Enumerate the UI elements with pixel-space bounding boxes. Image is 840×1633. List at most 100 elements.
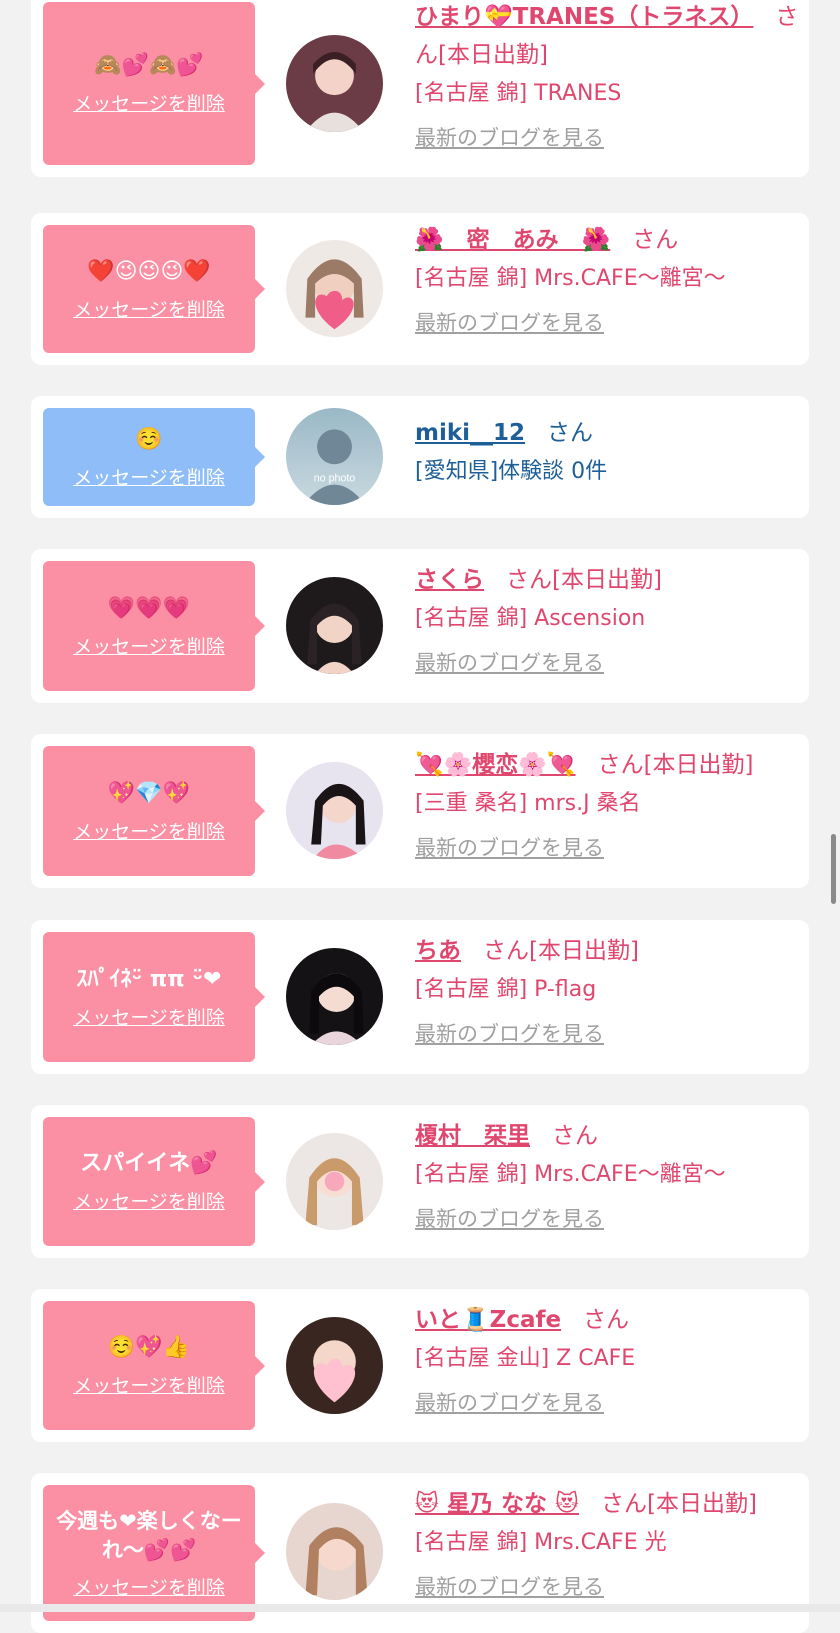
user-info: ちあ さん[本日出勤] [名古屋 錦] P-flag 最新のブログを見る [415, 932, 799, 1054]
avatar[interactable] [286, 948, 383, 1045]
message-bubble: スパイイネ💕 メッセージを削除 [43, 1117, 265, 1246]
message-bubble: 💗💗💗 メッセージを削除 [43, 561, 265, 691]
honorific: さん [547, 420, 594, 446]
no-photo-text: no photo [314, 473, 356, 485]
shop-label: [名古屋 錦] Mrs.CAFE～離宮～ [415, 266, 726, 291]
shop-label: [名古屋 錦] P-flag [415, 977, 597, 1002]
list-item: ❤️😉😉😉❤️ メッセージを削除 🌺 密 あみ 🌺 さん [名古屋 錦] Mrs.… [31, 213, 809, 365]
list-item: ☺️ メッセージを削除 no photo miki__12 さん [愛知県]体験談… [31, 396, 809, 518]
profile-photo-icon [286, 240, 383, 337]
delete-message-link[interactable]: メッセージを削除 [73, 295, 225, 322]
avatar[interactable] [286, 1317, 383, 1414]
user-name-link[interactable]: 💘🌸櫻恋🌸💘 [415, 752, 576, 778]
latest-blog-link[interactable]: 最新のブログを見る [415, 118, 799, 158]
delete-message-link[interactable]: メッセージを削除 [73, 463, 225, 490]
scrollbar[interactable] [831, 834, 836, 904]
latest-blog-link[interactable]: 最新のブログを見る [415, 303, 799, 343]
message-bubble: 💖💎💖 メッセージを削除 [43, 746, 265, 876]
attendance-badge: [本日出勤] [552, 567, 662, 593]
delete-message-link[interactable]: メッセージを削除 [73, 1187, 225, 1214]
list-item: 🙈💕🙈💕 メッセージを削除 ひまり💝TRANES（トラネス） さん[本日出勤] [… [31, 0, 809, 177]
avatar[interactable]: no photo [286, 408, 383, 505]
profile-photo-icon [286, 1317, 383, 1414]
latest-blog-link[interactable]: 最新のブログを見る [415, 828, 799, 868]
message-bubble: ｽﾊﾟｲﾈᵕ̈ ππ ᵕ̈❤ メッセージを削除 [43, 932, 265, 1062]
user-name-link[interactable]: miki__12 [415, 420, 525, 446]
bottom-edge [0, 1604, 840, 1612]
list-item: ☺️💖👍 メッセージを削除 いと🧵Zcafe さん [名古屋 金山] Z CAFE… [31, 1289, 809, 1442]
user-info: 榎村 栞里 さん [名古屋 錦] Mrs.CAFE～離宮～ 最新のブログを見る [415, 1117, 799, 1239]
message-bubble: ☺️ メッセージを削除 [43, 408, 265, 506]
user-name-link[interactable]: 🌺 密 あみ 🌺 [415, 227, 610, 253]
user-info: miki__12 さん [愛知県]体験談 0件 [415, 414, 799, 492]
profile-photo-icon [286, 948, 383, 1045]
user-info: さくら さん[本日出勤] [名古屋 錦] Ascension 最新のブログを見る [415, 561, 799, 683]
message-bubble: 🙈💕🙈💕 メッセージを削除 [43, 2, 265, 165]
honorific: さん [483, 938, 529, 964]
shop-label: [名古屋 金山] Z CAFE [415, 1346, 636, 1371]
list-item: 💗💗💗 メッセージを削除 さくら さん[本日出勤] [名古屋 錦] Ascensi… [31, 549, 809, 703]
message-bubble: 今週も❤楽しくなーれ〜💕💕 メッセージを削除 [43, 1485, 265, 1621]
user-name-link[interactable]: 😻 星乃 なな 😻 [415, 1491, 579, 1517]
profile-photo-icon [286, 35, 383, 132]
attendance-badge: [本日出勤] [529, 938, 639, 964]
latest-blog-link[interactable]: 最新のブログを見る [415, 643, 799, 683]
shop-label: [名古屋 錦] Ascension [415, 606, 646, 631]
user-info: 😻 星乃 なな 😻 さん[本日出勤] [名古屋 錦] Mrs.CAFE 光 最新の… [415, 1485, 799, 1607]
message-text: ☺️ [135, 426, 163, 452]
latest-blog-link[interactable]: 最新のブログを見る [415, 1199, 799, 1239]
avatar[interactable] [286, 577, 383, 674]
shop-label: [愛知県]体験談 0件 [415, 459, 608, 484]
delete-message-link[interactable]: メッセージを削除 [73, 89, 225, 116]
attendance-badge: [本日出勤] [438, 42, 548, 68]
user-info: いと🧵Zcafe さん [名古屋 金山] Z CAFE 最新のブログを見る [415, 1301, 799, 1423]
user-name-link[interactable]: ひまり💝TRANES（トラネス） [415, 4, 753, 30]
latest-blog-link[interactable]: 最新のブログを見る [415, 1383, 799, 1423]
user-info: ひまり💝TRANES（トラネス） さん[本日出勤] [名古屋 錦] TRANES … [415, 0, 799, 158]
delete-message-link[interactable]: メッセージを削除 [73, 817, 225, 844]
honorific: さん [552, 1123, 598, 1149]
delete-message-link[interactable]: メッセージを削除 [73, 632, 225, 659]
no-photo-icon: no photo [286, 408, 383, 505]
delete-message-link[interactable]: メッセージを削除 [73, 1573, 225, 1600]
message-text: ☺️💖👍 [107, 1335, 191, 1360]
honorific: さん [597, 752, 644, 778]
avatar[interactable] [286, 762, 383, 859]
avatar[interactable] [286, 35, 383, 132]
user-name-link[interactable]: 榎村 栞里 [415, 1123, 530, 1149]
honorific: さん [632, 227, 679, 253]
list-item: ｽﾊﾟｲﾈᵕ̈ ππ ᵕ̈❤ メッセージを削除 ちあ さん[本日出勤] [名古屋 … [31, 920, 809, 1074]
shop-label: [名古屋 錦] Mrs.CAFE～離宮～ [415, 1162, 726, 1187]
list-item: 💖💎💖 メッセージを削除 💘🌸櫻恋🌸💘 さん[本日出勤] [三重 桑名] mrs.… [31, 734, 809, 888]
message-text: 💖💎💖 [107, 780, 191, 806]
shop-label: [三重 桑名] mrs.J 桑名 [415, 791, 641, 816]
message-text: スパイイネ💕 [80, 1151, 218, 1176]
user-info: 🌺 密 あみ 🌺 さん [名古屋 錦] Mrs.CAFE～離宮～ 最新のブログを見… [415, 221, 799, 343]
attendance-badge: [本日出勤] [643, 752, 754, 778]
user-name-link[interactable]: さくら [415, 567, 484, 593]
profile-photo-icon [286, 762, 383, 859]
list-item: スパイイネ💕 メッセージを削除 榎村 栞里 さん [名古屋 錦] Mrs.CAFE… [31, 1105, 809, 1258]
profile-photo-icon [286, 577, 383, 674]
shop-label: [名古屋 錦] TRANES [415, 81, 622, 106]
shop-label: [名古屋 錦] Mrs.CAFE 光 [415, 1530, 667, 1555]
avatar[interactable] [286, 240, 383, 337]
honorific: さん [583, 1307, 630, 1333]
message-text: 💗💗💗 [107, 595, 191, 621]
latest-blog-link[interactable]: 最新のブログを見る [415, 1567, 799, 1607]
message-bubble: ☺️💖👍 メッセージを削除 [43, 1301, 265, 1430]
user-name-link[interactable]: ちあ [415, 938, 461, 964]
user-name-link[interactable]: いと🧵Zcafe [415, 1307, 561, 1333]
user-info: 💘🌸櫻恋🌸💘 さん[本日出勤] [三重 桑名] mrs.J 桑名 最新のブログを見… [415, 746, 799, 868]
avatar[interactable] [286, 1133, 383, 1230]
latest-blog-link[interactable]: 最新のブログを見る [415, 1014, 799, 1054]
delete-message-link[interactable]: メッセージを削除 [73, 1371, 225, 1398]
message-text: 今週も❤楽しくなーれ〜💕💕 [56, 1508, 242, 1562]
delete-message-link[interactable]: メッセージを削除 [73, 1003, 225, 1030]
honorific: さん [600, 1491, 647, 1517]
profile-photo-icon [286, 1133, 383, 1230]
profile-photo-icon [286, 1503, 383, 1600]
avatar[interactable] [286, 1503, 383, 1600]
message-text: ❤️😉😉😉❤️ [87, 258, 211, 284]
attendance-badge: [本日出勤] [646, 1491, 757, 1517]
